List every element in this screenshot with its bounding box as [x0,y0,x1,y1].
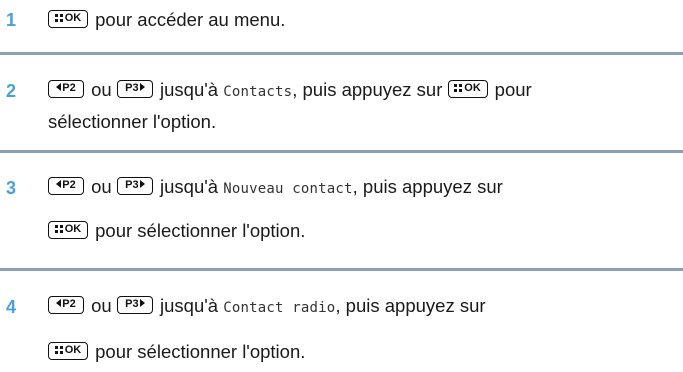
step-1-text: pour accéder au menu. [95,9,286,30]
step-number: 1 [6,10,17,30]
step-4-line-2: OK pour sélectionner l'option. [48,341,305,363]
step-1-line: OK pour accéder au menu. [48,9,285,31]
then-press-text: , puis appuyez sur [335,295,486,316]
p2-left-key-icon: P2 [48,296,84,314]
step-2-line-1: P2 ou P3 jusqu'à Contacts, puis appuyez … [48,79,532,103]
step-3-line-1: P2 ou P3 jusqu'à Nouveau contact, puis a… [48,176,503,200]
step-3-line-2-text: pour sélectionner l'option. [95,220,306,241]
left-arrow-icon [56,180,62,188]
p2-left-key-icon: P2 [48,80,84,98]
menu-item-contacts: Contacts [223,84,293,100]
until-text: jusqu'à [160,79,219,100]
right-arrow-icon [139,83,145,91]
or-text: ou [91,176,112,197]
until-text: jusqu'à [160,176,219,197]
or-text: ou [91,79,112,100]
step-3-line-2: OK pour sélectionner l'option. [48,220,305,242]
then-press-text: , puis appuyez sur [352,176,503,197]
right-arrow-icon [139,299,145,307]
step-number: 4 [6,297,17,317]
left-arrow-icon [56,299,62,307]
then-press-text: , puis appuyez sur [292,79,443,100]
menu-ok-key-icon: OK [48,10,88,28]
menu-grid-icon [54,224,63,233]
left-arrow-icon [56,83,62,91]
step-4-line-1: P2 ou P3 jusqu'à Contact radio, puis app… [48,295,486,319]
menu-grid-icon [54,345,63,354]
menu-grid-icon [54,13,63,22]
divider [0,52,683,55]
or-text: ou [91,295,112,316]
tail-text: pour [494,79,532,100]
menu-grid-icon [454,83,463,92]
step-4-line-2-text: pour sélectionner l'option. [95,341,306,362]
menu-item-contact-radio: Contact radio [223,300,336,316]
step-number: 2 [6,81,17,101]
p2-left-key-icon: P2 [48,177,84,195]
divider [0,268,683,271]
p3-right-key-icon: P3 [116,177,153,195]
menu-ok-key-icon: OK [48,342,88,360]
menu-item-nouveau-contact: Nouveau contact [223,181,353,197]
menu-ok-key-icon: OK [48,221,88,239]
menu-ok-key-icon: OK [447,80,488,98]
right-arrow-icon [139,180,145,188]
step-number: 3 [6,178,17,198]
until-text: jusqu'à [160,295,219,316]
p3-right-key-icon: P3 [116,296,153,314]
divider [0,150,683,153]
step-2-line-2-text: sélectionner l'option. [48,111,217,132]
p3-right-key-icon: P3 [116,80,153,98]
step-2-line-2: sélectionner l'option. [48,111,216,133]
